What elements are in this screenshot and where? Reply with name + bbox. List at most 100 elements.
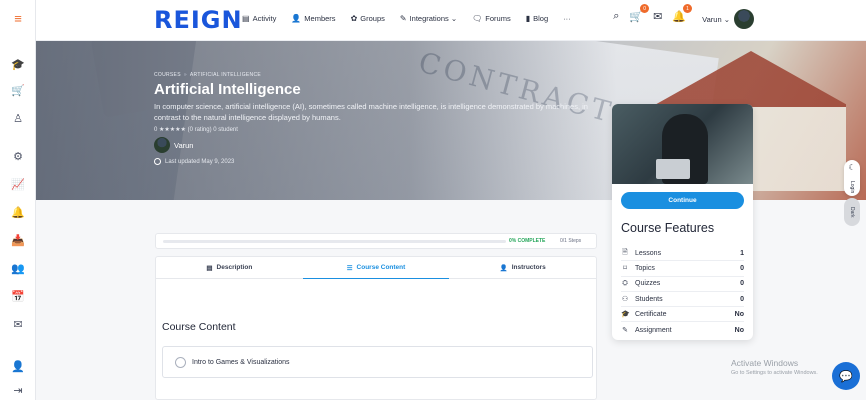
quizzes-icon: ⛭ [622, 279, 628, 287]
inbox-icon[interactable]: 📥 [8, 230, 28, 250]
feature-label: Certificate [635, 310, 667, 318]
breadcrumb-courses[interactable]: COURSES [154, 72, 181, 78]
continue-button[interactable]: Continue [621, 192, 744, 209]
moon-icon: ☾ [848, 163, 856, 172]
groups-icon: ✿ [350, 14, 358, 23]
feature-label: Students [635, 295, 663, 303]
chat-button[interactable]: 💬 [832, 362, 860, 390]
last-updated-text: Last updated May 9, 2023 [165, 158, 235, 165]
members-icon: 👤 [291, 14, 302, 23]
login-label: Login [849, 180, 855, 193]
user-menu[interactable]: Varun ⌄ [702, 9, 754, 29]
lesson-item[interactable]: Intro to Games & Visualizations [162, 346, 593, 378]
nav-item-forums[interactable]: 🗨 Forums [472, 14, 511, 23]
nav-item-more[interactable]: ··· [563, 14, 571, 23]
feature-row-topics: ⌑ Topics 0 [621, 261, 744, 277]
course-tabs: ▤ Description ☰ Course Content 👤 Instructor… [156, 257, 596, 279]
course-tabs-panel: ▤ Description ☰ Course Content 👤 Instructor… [155, 256, 597, 400]
watermark-line1: Activate Windows [731, 358, 799, 368]
progress-percent: 0% COMPLETE [509, 238, 546, 244]
watermark-line2: Go to Settings to activate Windows. [731, 370, 818, 376]
windows-activation-watermark: Activate Windows Go to Settings to activ… [731, 358, 818, 376]
calendar-icon[interactable]: 📅 [8, 286, 28, 306]
feature-row-students: ⚇ Students 0 [621, 292, 744, 308]
feature-row-certificate: 🎓 Certificate No [621, 307, 744, 323]
feature-label: Topics [635, 264, 655, 272]
cart-badge: 0 [640, 4, 650, 13]
feature-row-assignment: ✎ Assignment No [621, 322, 744, 337]
logout-icon[interactable]: ⇥ [8, 380, 28, 400]
nav-item-members[interactable]: 👤 Members [291, 14, 335, 23]
tab-course-content[interactable]: ☰ Course Content [302, 257, 450, 279]
cart-button[interactable]: 🛒 0 [629, 4, 650, 23]
user-group-icon[interactable]: ♙ [8, 108, 28, 128]
course-content-title: Course Content [162, 321, 236, 333]
nav-label: Activity [252, 14, 277, 23]
dark-mode-toggle[interactable]: Dark [844, 198, 860, 226]
tab-description[interactable]: ▤ Description [156, 257, 303, 278]
search-icon[interactable]: ⌕ [613, 10, 619, 23]
topics-icon: ⌑ [623, 265, 627, 273]
tab-label: Instructors [511, 264, 546, 271]
author-avatar [154, 137, 170, 153]
description-icon: ▤ [206, 264, 213, 272]
feature-value: No [734, 326, 744, 334]
messages-icon[interactable]: ✉ [653, 10, 662, 23]
top-navbar: REIGN ▤ Activity 👤 Members ✿ Groups ✎ Integr… [36, 0, 866, 41]
certificate-icon: 🎓 [621, 311, 630, 319]
feature-value: 1 [740, 249, 744, 257]
thumbnail-laptop [656, 159, 690, 179]
features-title: Course Features [621, 221, 715, 235]
nav-item-blog[interactable]: ▮ Blog [526, 14, 548, 23]
lesson-status-icon [175, 356, 186, 368]
courses-icon[interactable]: 🎓 [8, 54, 28, 74]
chart-icon[interactable]: 📈 [8, 174, 28, 194]
profile-icon[interactable]: 👤 [8, 356, 28, 376]
nav-item-groups[interactable]: ✿ Groups [351, 14, 385, 23]
nav-item-activity[interactable]: ▤ Activity [242, 14, 276, 23]
brand-logo[interactable]: REIGN [154, 6, 243, 34]
course-author[interactable]: Varun [154, 137, 604, 153]
feature-value: 0 [740, 295, 744, 303]
breadcrumb-current: ARTIFICIAL INTELLIGENCE [189, 72, 262, 78]
feature-row-quizzes: ⛭ Quizzes 0 [621, 277, 744, 292]
progress-steps: 0/1 Steps [560, 238, 582, 244]
progress-bar [163, 240, 506, 243]
nav-item-integrations[interactable]: ✎ Integrations ⌄ [400, 14, 457, 23]
breadcrumb: COURSES» ARTIFICIAL INTELLIGENCE [154, 72, 604, 78]
nav-label: Forums [485, 14, 511, 23]
feature-label: Lessons [635, 249, 662, 257]
tab-label: Description [216, 264, 253, 271]
feature-label: Assignment [635, 326, 672, 334]
settings-users-icon[interactable]: ⚙ [8, 146, 28, 166]
course-content-icon: ☰ [346, 264, 353, 272]
groups-sidebar-icon[interactable]: 👥 [8, 258, 28, 278]
login-toggle[interactable]: ☾ Login [844, 160, 860, 196]
bell-icon[interactable]: 🔔 [8, 202, 28, 222]
username: Varun ⌄ [702, 14, 730, 24]
notification-badge: 1 [683, 4, 692, 13]
lessons-icon: 🗎 [622, 248, 628, 256]
feature-value: 0 [740, 280, 744, 288]
course-progress: 0% COMPLETE 0/1 Steps [155, 233, 597, 249]
notifications-button[interactable]: 🔔 1 [672, 4, 692, 23]
feature-value: No [734, 310, 744, 318]
cart-icon: 🛒 [629, 11, 644, 23]
breadcrumb-separator: » [183, 72, 187, 78]
avatar [734, 9, 754, 29]
mail-icon[interactable]: ✉ [8, 314, 28, 334]
menu-toggle-icon[interactable]: ≡ [8, 8, 28, 28]
page-title: Artificial Intelligence [154, 81, 301, 98]
nav-label: Members [304, 14, 336, 23]
cart-icon[interactable]: 🛒 [8, 80, 28, 100]
assignment-icon: ✎ [622, 327, 628, 335]
chat-icon: 💬 [839, 370, 853, 383]
left-sidebar: ≡ 🎓 🛒 ♙ ⚙ 📈 🔔 📥 👥 📅 ✉ 👤 ⇥ [0, 0, 36, 400]
nav-label: Groups [360, 14, 385, 23]
hero-content: COURSES» ARTIFICIAL INTELLIGENCE Artifici… [154, 72, 604, 165]
tab-instructors[interactable]: 👤 Instructors [449, 257, 596, 278]
lesson-title: Intro to Games & Visualizations [192, 358, 290, 366]
integrations-icon: ✎ [399, 14, 407, 23]
nav-label: Blog [533, 14, 549, 23]
tab-label: Course Content [356, 264, 406, 271]
